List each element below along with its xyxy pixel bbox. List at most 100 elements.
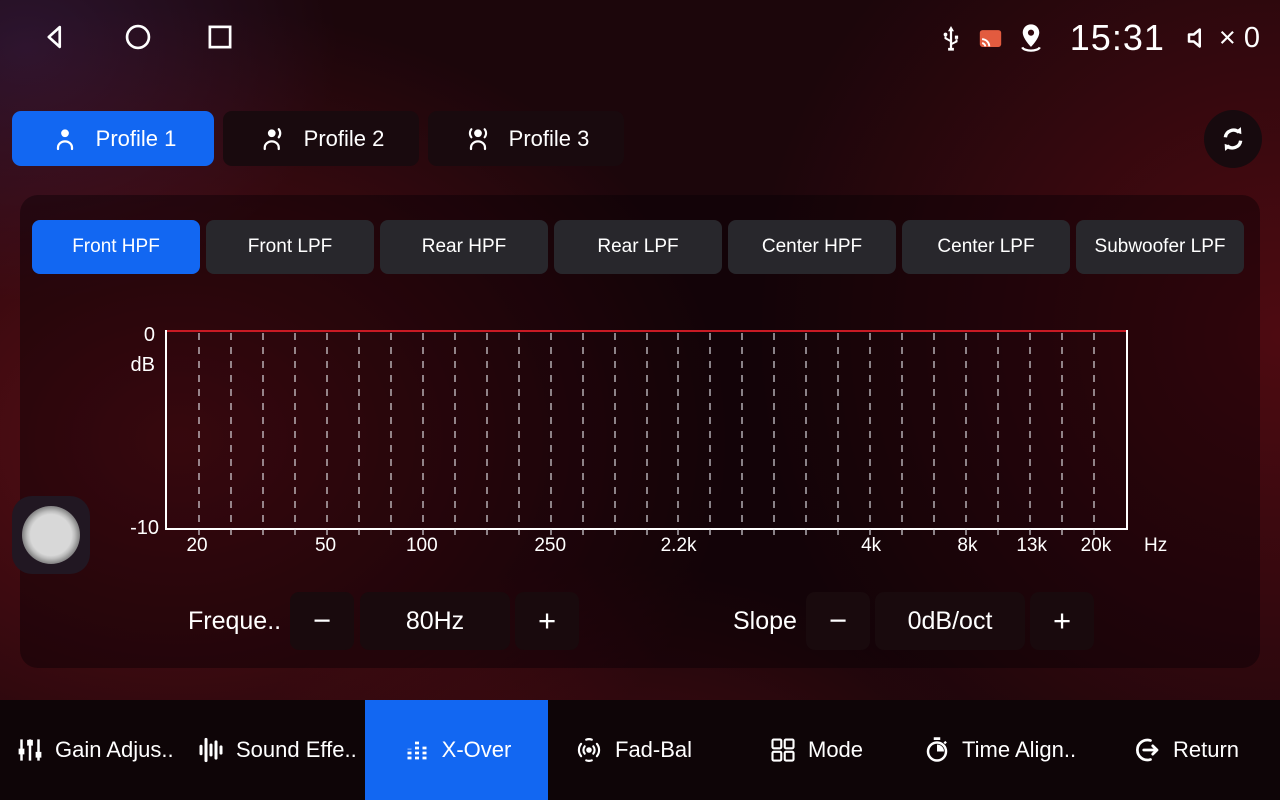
tab-label: Subwoofer LPF	[1095, 236, 1226, 258]
x-tick-label: 20k	[1081, 535, 1112, 557]
gridline	[869, 333, 871, 535]
gridline	[965, 333, 967, 535]
home-icon[interactable]	[122, 21, 154, 53]
gridline	[901, 333, 903, 535]
nav-label: Return	[1173, 737, 1239, 763]
sliders-icon	[15, 735, 45, 765]
frequency-minus-button[interactable]: −	[290, 592, 354, 650]
slope-value: 0dB/oct	[875, 592, 1025, 650]
gridline	[358, 333, 360, 535]
slope-label: Slope	[733, 592, 797, 650]
x-axis-unit: Hz	[1144, 535, 1167, 557]
slope-plus-button[interactable]: +	[1030, 592, 1094, 650]
nav-fad-bal[interactable]: Fad-Bal	[573, 700, 692, 800]
nav-sound-effects[interactable]: Sound Effe..	[196, 700, 357, 800]
response-curve	[167, 330, 1126, 332]
nav-label: Sound Effe..	[236, 737, 357, 763]
tab-center-hpf[interactable]: Center HPF	[728, 220, 896, 274]
gridline	[518, 333, 520, 535]
knob-circle-icon	[22, 506, 80, 564]
gridline	[1029, 333, 1031, 535]
slope-minus-button[interactable]: −	[806, 592, 870, 650]
tab-rear-hpf[interactable]: Rear HPF	[380, 220, 548, 274]
tab-label: Rear LPF	[597, 236, 678, 258]
tab-front-lpf[interactable]: Front LPF	[206, 220, 374, 274]
tab-front-hpf[interactable]: Front HPF	[32, 220, 200, 274]
x-tick-label: 100	[406, 535, 438, 557]
nav-return[interactable]: Return	[1133, 700, 1239, 800]
plot-area: 0 dB -10	[165, 330, 1128, 530]
tab-label: Center LPF	[937, 236, 1034, 258]
profile-label: Profile 2	[304, 126, 385, 152]
filter-tabs: Front HPF Front LPF Rear HPF Rear LPF Ce…	[32, 220, 1244, 274]
xover-panel: Front HPF Front LPF Rear HPF Rear LPF Ce…	[20, 195, 1260, 668]
gridline	[198, 333, 200, 535]
x-tick-label: 2.2k	[661, 535, 697, 557]
profile-icon	[50, 124, 80, 154]
nav-x-over[interactable]: X-Over	[365, 700, 548, 800]
nav-gain-adjust[interactable]: Gain Adjus..	[15, 700, 174, 800]
gridline	[709, 333, 711, 535]
profile-2-button[interactable]: Profile 2	[223, 111, 419, 166]
gridline	[454, 333, 456, 535]
tab-label: Center HPF	[762, 236, 862, 258]
android-nav-buttons	[40, 21, 236, 53]
gridline	[614, 333, 616, 535]
nav-label: Gain Adjus..	[55, 737, 174, 763]
profile-tabs: Profile 1 Profile 2 Profile 3	[12, 111, 624, 166]
y-axis-tick-minus10: -10	[130, 517, 159, 540]
waveform-icon	[196, 735, 226, 765]
volume-indicator: × 0	[1184, 22, 1260, 55]
return-arrow-icon	[1133, 735, 1163, 765]
gridline	[837, 333, 839, 535]
x-tick-label: 13k	[1016, 535, 1047, 557]
frequency-label: Freque..	[188, 592, 281, 650]
gridline	[997, 333, 999, 535]
usb-icon	[936, 23, 966, 53]
gridline	[262, 333, 264, 535]
tab-rear-lpf[interactable]: Rear LPF	[554, 220, 722, 274]
grid-icon	[768, 735, 798, 765]
tab-label: Rear HPF	[422, 236, 506, 258]
gridline	[422, 333, 424, 535]
gridline	[326, 333, 328, 535]
nav-label: X-Over	[442, 737, 512, 763]
frequency-plus-button[interactable]: +	[515, 592, 579, 650]
gridline	[646, 333, 648, 535]
nav-label: Mode	[808, 737, 863, 763]
gridline	[230, 333, 232, 535]
speaker-waves-icon	[573, 734, 605, 766]
nav-label: Time Align..	[962, 737, 1076, 763]
gridline	[550, 333, 552, 535]
x-tick-label: 250	[534, 535, 566, 557]
floating-knob-button[interactable]	[12, 496, 90, 574]
gridline	[1093, 333, 1095, 535]
stopwatch-icon	[922, 735, 952, 765]
volume-level: × 0	[1219, 22, 1260, 55]
tab-label: Front HPF	[72, 236, 160, 258]
frequency-value: 80Hz	[360, 592, 510, 650]
y-axis-tick-0: 0	[144, 324, 155, 347]
tab-center-lpf[interactable]: Center LPF	[902, 220, 1070, 274]
profile-label: Profile 1	[96, 126, 177, 152]
profile-3-button[interactable]: Profile 3	[428, 111, 624, 166]
nav-mode[interactable]: Mode	[768, 700, 863, 800]
tab-label: Front LPF	[248, 236, 332, 258]
x-axis-ticks: Hz 20501002502.2k4k8k13k20k	[165, 535, 1128, 561]
volume-muted-icon	[1184, 23, 1214, 53]
nav-time-alignment[interactable]: Time Align..	[922, 700, 1076, 800]
sync-button[interactable]	[1204, 110, 1262, 168]
gridline	[741, 333, 743, 535]
gridline	[1061, 333, 1063, 535]
profile-1-button[interactable]: Profile 1	[12, 111, 214, 166]
equalizer-icon	[402, 735, 432, 765]
gridline	[582, 333, 584, 535]
bottom-nav: Gain Adjus.. Sound Effe.. X-Over	[0, 700, 1280, 800]
back-icon[interactable]	[40, 21, 72, 53]
gridline	[805, 333, 807, 535]
tab-subwoofer-lpf[interactable]: Subwoofer LPF	[1076, 220, 1244, 274]
location-icon	[1015, 22, 1047, 54]
profile-label: Profile 3	[509, 126, 590, 152]
recents-icon[interactable]	[204, 21, 236, 53]
cast-icon	[977, 25, 1004, 52]
